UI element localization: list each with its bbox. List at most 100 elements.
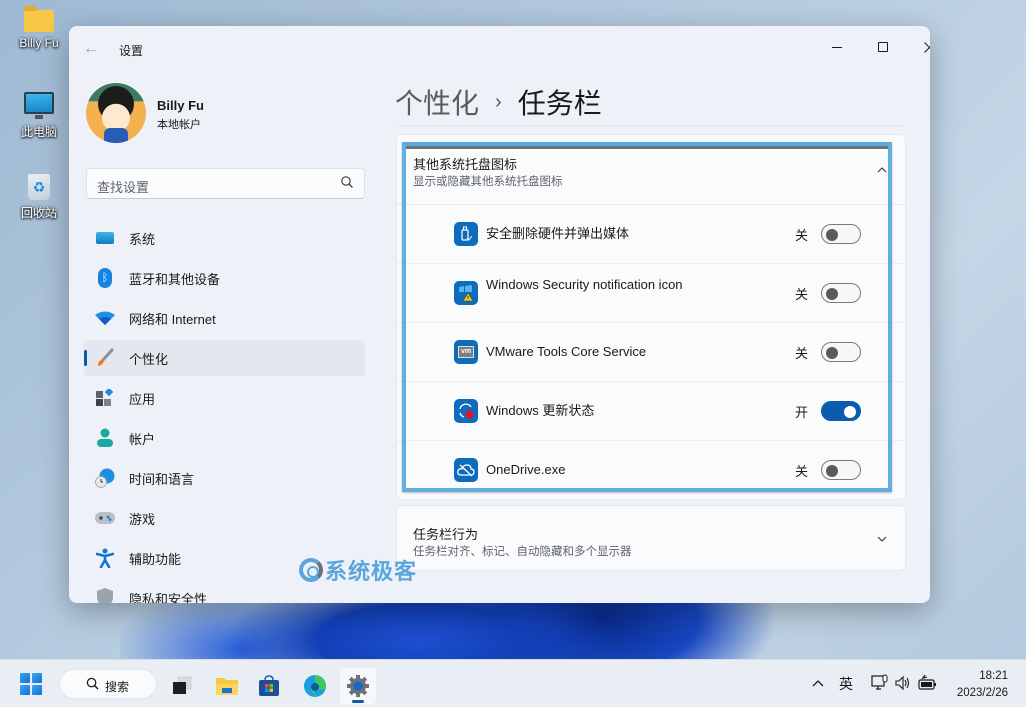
sidebar-item-label: 应用 (129, 391, 156, 407)
breadcrumb-parent[interactable]: 个性化 (395, 82, 479, 122)
desktop-icon-label: Billy Fu (19, 36, 59, 50)
desktop-icon-this-pc[interactable]: 此电脑 (10, 92, 68, 140)
battery-icon[interactable] (918, 674, 938, 695)
sidebar-item-network[interactable]: 网络和 Internet (84, 300, 365, 336)
search-icon (86, 677, 99, 690)
user-account-type: 本地帐户 (157, 119, 201, 131)
sidebar-item-time-language[interactable]: 时间和语言 (84, 460, 365, 496)
tray-item-toggle[interactable] (821, 342, 861, 362)
settings-search-input[interactable]: 查找设置 (86, 168, 365, 199)
taskbar-file-explorer[interactable] (209, 668, 245, 704)
sidebar-item-label: 时间和语言 (129, 471, 195, 487)
toggle-state-label: 关 (795, 287, 809, 302)
apps-icon (95, 388, 115, 408)
tray-item-toggle[interactable] (821, 283, 861, 303)
desktop-icon-recycle-bin[interactable]: ♻ 回收站 (10, 174, 68, 221)
toggle-knob (844, 406, 856, 418)
sidebar-item-label: 帐户 (129, 431, 156, 447)
close-icon (923, 41, 930, 53)
tray-item-toggle[interactable] (821, 460, 861, 480)
close-button[interactable] (906, 32, 930, 62)
windows-update-icon (454, 399, 478, 423)
maximize-button[interactable] (860, 32, 906, 62)
taskbar-search-button[interactable]: 搜索 (59, 669, 157, 699)
page-title: 任务栏 (517, 88, 602, 119)
taskbar-edge[interactable] (297, 668, 333, 704)
tray-item-label: VMware Tools Core Service (486, 344, 647, 359)
taskbar-settings[interactable] (340, 668, 376, 704)
sidebar-item-accounts[interactable]: 帐户 (84, 420, 365, 456)
sidebar-item-label: 网络和 Internet (129, 311, 216, 327)
system-icon (95, 228, 115, 248)
taskbar-microsoft-store[interactable] (251, 668, 287, 704)
sidebar-item-bluetooth[interactable]: ᛒ 蓝牙和其他设备 (84, 260, 365, 296)
shield-icon (95, 588, 115, 603)
tray-overflow-button[interactable] (812, 675, 824, 691)
back-button[interactable]: ← (83, 40, 99, 58)
network-icon[interactable] (871, 674, 889, 695)
sidebar-item-gaming[interactable]: 游戏 (84, 500, 365, 536)
chevron-up-icon (812, 680, 824, 687)
breadcrumb-separator: › (495, 90, 502, 113)
toggle-knob (826, 465, 838, 477)
toggle-knob (826, 288, 838, 300)
tray-item-row: OneDrive.exe 关 (397, 441, 905, 500)
tray-item-label: Windows Security notification icon (486, 277, 683, 292)
watermark-logo-icon (299, 558, 323, 582)
search-icon[interactable] (340, 175, 354, 189)
task-view-icon (173, 676, 192, 694)
paintbrush-icon (95, 348, 115, 368)
minimize-button[interactable] (814, 32, 860, 62)
desktop-icon-label: 此电脑 (20, 125, 57, 139)
sidebar-nav: 系统 ᛒ 蓝牙和其他设备 网络和 Internet 个性化 应用 帐户 时间和语… (84, 220, 365, 603)
section-subtitle: 显示或隐藏其他系统托盘图标 (413, 176, 563, 188)
sidebar-item-personalization[interactable]: 个性化 (84, 340, 365, 376)
toggle-state-label: 关 (795, 464, 809, 479)
tray-item-toggle[interactable] (821, 401, 861, 421)
volume-icon[interactable] (894, 674, 912, 695)
divider (397, 125, 905, 126)
bluetooth-icon: ᛒ (95, 268, 115, 288)
sidebar-item-label: 隐私和安全性 (129, 591, 208, 604)
sidebar-item-label: 个性化 (129, 351, 169, 367)
sidebar-item-label: 蓝牙和其他设备 (129, 271, 221, 287)
vmware-icon: vm (454, 340, 478, 364)
toggle-state-label: 开 (795, 405, 809, 420)
tray-item-label: OneDrive.exe (486, 462, 566, 477)
tray-item-row: Windows 更新状态 开 (397, 382, 905, 441)
windows-security-icon (454, 281, 478, 305)
sidebar-item-system[interactable]: 系统 (84, 220, 365, 256)
system-clock[interactable]: 18:21 2023/2/26 (957, 668, 1008, 702)
chevron-down-icon[interactable] (877, 534, 887, 544)
title-bar: ← 设置 (69, 26, 930, 72)
file-explorer-icon (216, 678, 238, 695)
user-avatar[interactable] (86, 83, 146, 143)
chevron-up-icon[interactable] (877, 165, 887, 175)
windows-logo-icon (20, 673, 30, 683)
sidebar-item-label: 游戏 (129, 511, 156, 527)
tray-item-toggle[interactable] (821, 224, 861, 244)
other-tray-icons-header[interactable]: 其他系统托盘图标 显示或隐藏其他系统托盘图标 (397, 135, 905, 205)
edge-icon (304, 675, 326, 697)
toggle-knob (826, 347, 838, 359)
taskbar-task-view[interactable] (164, 668, 200, 704)
computer-icon (24, 92, 54, 119)
toggle-knob (826, 229, 838, 241)
accessibility-icon (95, 548, 115, 568)
tray-item-label: 安全删除硬件并弹出媒体 (486, 226, 630, 241)
sidebar-item-label: 系统 (129, 231, 156, 247)
sidebar-item-apps[interactable]: 应用 (84, 380, 365, 416)
windows-logo-tile (20, 685, 30, 695)
desktop-icon-label: 回收站 (20, 206, 57, 220)
desktop-icon-user-folder[interactable]: Billy Fu (10, 6, 68, 50)
toggle-state-label: 关 (795, 346, 809, 361)
tray-item-label: Windows 更新状态 (486, 403, 595, 418)
windows-logo-tile (32, 685, 42, 695)
ime-indicator[interactable]: 英 (839, 674, 853, 694)
minimize-icon (832, 46, 842, 48)
tray-item-row: Windows Security notification icon 关 (397, 264, 905, 323)
breadcrumb: 个性化 › 任务栏 (395, 82, 602, 122)
start-button[interactable] (20, 673, 42, 695)
taskbar-search-label: 搜索 (105, 680, 130, 694)
taskbar-behavior-section[interactable]: 任务栏行为 任务栏对齐、标记、自动隐藏和多个显示器 (396, 505, 906, 571)
